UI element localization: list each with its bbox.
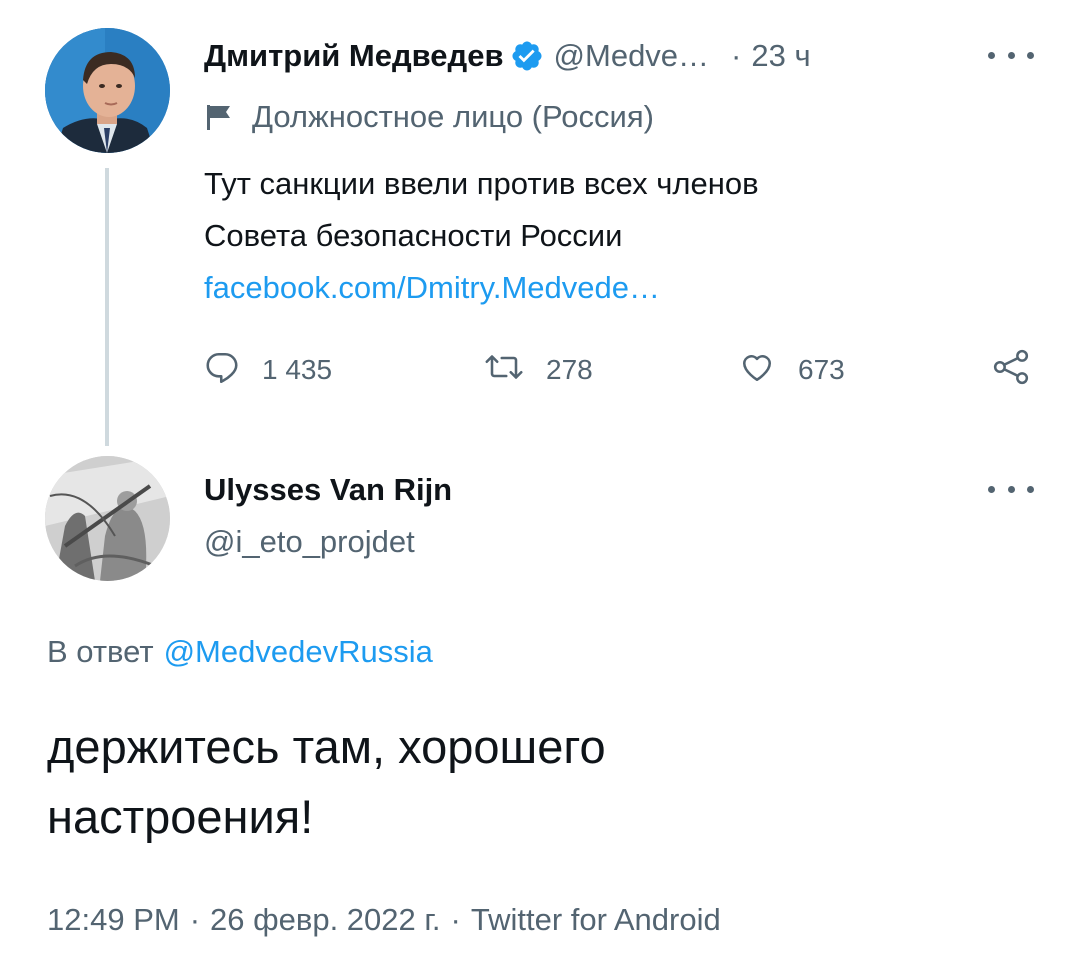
tweet-text: Тут санкции ввели против всех членов Сов…: [204, 158, 964, 314]
heart-icon: [738, 349, 798, 392]
reply-author-handle[interactable]: @i_eto_projdet: [204, 523, 415, 561]
reply-text-line: держитесь там, хорошего: [47, 720, 606, 773]
share-button[interactable]: [990, 348, 1054, 392]
reply-tweet-text: держитесь там, хорошего настроения!: [47, 712, 1037, 852]
retweet-count: 278: [546, 354, 593, 385]
separator-dot: ·: [450, 902, 461, 937]
like-button[interactable]: 673: [738, 348, 845, 392]
flag-icon: [204, 102, 238, 132]
verified-badge-icon: [510, 39, 544, 73]
author-display-name[interactable]: Дмитрий Медведев: [204, 38, 504, 74]
share-icon: [990, 348, 1054, 393]
meta-date[interactable]: 26 февр. 2022 г.: [210, 902, 441, 938]
avatar-medvedev[interactable]: [45, 28, 170, 153]
reply-text-line: настроения!: [47, 790, 314, 843]
reply-button[interactable]: 1 435: [204, 348, 332, 392]
affiliation-label-text: Должностное лицо (Россия): [252, 99, 654, 134]
separator-dot: ·: [189, 902, 201, 937]
like-count: 673: [798, 354, 845, 385]
reply-author-display-name[interactable]: Ulysses Van Rijn: [204, 470, 452, 510]
avatar-ulysses[interactable]: [45, 456, 170, 581]
retweet-icon: [484, 349, 546, 392]
tweet-author-row: Дмитрий Медведев @Medve… · 23 ч: [204, 36, 811, 76]
thread-connector-line: [105, 168, 109, 446]
reply-count: 1 435: [262, 354, 333, 385]
tweet-text-line: Совета безопасности России: [204, 218, 623, 253]
replying-to-prefix: В ответ: [47, 634, 154, 669]
affiliation-label: Должностное лицо (Россия): [204, 98, 654, 136]
more-icon[interactable]: [988, 472, 1034, 506]
reply-icon: [204, 349, 262, 392]
meta-time[interactable]: 12:49 PM: [47, 902, 180, 938]
tweet-text-line: Тут санкции ввели против всех членов: [204, 166, 759, 201]
meta-source[interactable]: Twitter for Android: [471, 902, 721, 938]
replying-to-handle[interactable]: @MedvedevRussia: [164, 634, 433, 670]
more-icon[interactable]: [988, 38, 1034, 72]
tweet-link[interactable]: facebook.com/Dmitry.Medvede…: [204, 262, 964, 314]
author-handle[interactable]: @Medve…: [554, 38, 710, 74]
replying-to: В ответ @MedvedevRussia: [47, 632, 433, 672]
separator-dot: ·: [731, 38, 742, 73]
retweet-button[interactable]: 278: [484, 348, 593, 392]
tweet-meta: 12:49 PM · 26 февр. 2022 г. · Twitter fo…: [47, 898, 721, 942]
tweet-time[interactable]: 23 ч: [751, 38, 810, 74]
